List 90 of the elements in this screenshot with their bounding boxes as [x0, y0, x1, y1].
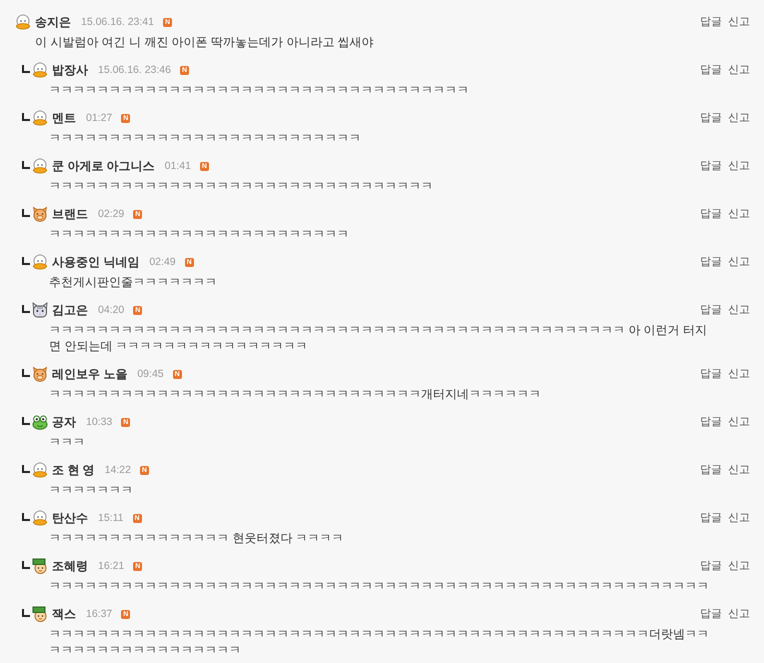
comment-text: ㅋㅋㅋㅋㅋㅋㅋ [49, 483, 133, 497]
report-link[interactable]: 신고 [728, 606, 750, 622]
comment-text: ㅋㅋㅋㅋㅋㅋㅋㅋㅋㅋㅋㅋㅋㅋㅋㅋㅋㅋㅋㅋㅋㅋㅋㅋㅋㅋㅋㅋㅋㅋㅋㅋㅋㅋㅋㅋㅋㅋㅋㅋㅋㅋㅋㅋㅋㅋㅋㅋㅋㅋㅋㅋㅋㅋㅋ [49, 579, 709, 593]
comment-time: 10:33 [86, 415, 112, 430]
reply-corner-icon [22, 160, 30, 168]
report-link[interactable]: 신고 [728, 510, 750, 526]
author-nickname[interactable]: 잭스 [52, 606, 76, 622]
reply-corner-icon [22, 608, 30, 616]
comment-time: 01:41 [164, 159, 191, 174]
duck-face-icon [32, 254, 48, 270]
reply-link[interactable]: 답글 [700, 510, 722, 526]
comment-time: 16:21 [98, 559, 124, 574]
duck-face-icon [32, 510, 48, 526]
author-nickname[interactable]: 조혜령 [52, 558, 88, 574]
reply-link[interactable]: 답글 [700, 254, 722, 270]
reply-link[interactable]: 답글 [700, 606, 722, 622]
report-link[interactable]: 신고 [728, 462, 750, 478]
reply-corner-icon [22, 560, 30, 568]
author-nickname[interactable]: 브랜드 [52, 206, 88, 222]
reply-corner-icon [22, 64, 30, 72]
author-nickname[interactable]: 사용중인 닉네임 [52, 254, 140, 270]
comment-text: ㅋㅋㅋㅋㅋㅋㅋㅋㅋㅋㅋㅋㅋㅋㅋㅋㅋㅋㅋㅋㅋㅋㅋㅋㅋㅋㅋㅋㅋㅋㅋㅋㅋㅋㅋㅋㅋㅋㅋㅋㅋㅋㅋㅋㅋㅋㅋㅋ 아 이런거 터지면 안되는데 ㅋㅋㅋㅋㅋㅋㅋㅋㅋㅋㅋㅋㅋㅋㅋㅋ [49, 323, 708, 353]
comment-text: ㅋㅋㅋㅋㅋㅋㅋㅋㅋㅋㅋㅋㅋㅋㅋㅋㅋㅋㅋㅋㅋㅋㅋㅋㅋㅋㅋㅋㅋㅋㅋㅋㅋㅋㅋ [49, 83, 469, 97]
author-nickname[interactable]: 공자 [52, 414, 76, 430]
report-link[interactable]: 신고 [728, 302, 750, 318]
report-link[interactable]: 신고 [728, 206, 750, 222]
author-nickname[interactable]: 멘트 [52, 110, 76, 126]
comment-time: 16:37 [86, 607, 112, 622]
cat-face-icon [32, 302, 48, 318]
reply-corner-icon [22, 464, 30, 472]
reply-corner-icon [22, 416, 30, 424]
comment-time: 02:29 [98, 207, 124, 222]
report-link[interactable]: 신고 [728, 366, 750, 382]
capped-face-icon [32, 558, 48, 574]
comment-text: ㅋㅋㅋㅋㅋㅋㅋㅋㅋㅋㅋㅋㅋㅋㅋㅋㅋㅋㅋㅋㅋㅋㅋㅋㅋㅋ [49, 131, 361, 145]
comment-time: 04:20 [98, 303, 124, 318]
comment-text: ㅋㅋㅋㅋㅋㅋㅋㅋㅋㅋㅋㅋㅋㅋㅋㅋㅋㅋㅋㅋㅋㅋㅋㅋㅋㅋㅋㅋㅋㅋㅋㅋ [49, 179, 433, 193]
report-link[interactable]: 신고 [728, 62, 750, 78]
duck-face-icon [32, 158, 48, 174]
comment-text: ㅋㅋㅋ [49, 435, 85, 449]
comment-time: 09:45 [137, 367, 164, 382]
comment-time: 01:27 [86, 111, 112, 126]
author-nickname[interactable]: 레인보우 노을 [52, 366, 128, 382]
comment-time: 15:11 [98, 511, 124, 526]
reply-link[interactable]: 답글 [700, 366, 722, 382]
author-nickname[interactable]: 밥장사 [52, 62, 88, 78]
pig-face-icon [32, 206, 48, 222]
author-nickname[interactable]: 김고은 [52, 302, 88, 318]
comment-text: ㅋㅋㅋㅋㅋㅋㅋㅋㅋㅋㅋㅋㅋㅋㅋㅋㅋㅋㅋㅋㅋㅋㅋㅋㅋㅋㅋㅋㅋㅋㅋ개터지네ㅋㅋㅋㅋㅋㅋ [49, 387, 541, 401]
report-link[interactable]: 신고 [728, 14, 750, 30]
duck-face-icon [15, 14, 31, 30]
reply-link[interactable]: 답글 [700, 62, 722, 78]
reply-corner-icon [22, 208, 30, 216]
report-link[interactable]: 신고 [728, 558, 750, 574]
comment-time: 15.06.16. 23:46 [98, 63, 171, 78]
reply-corner-icon [22, 256, 30, 264]
duck-face-icon [32, 110, 48, 126]
reply-corner-icon [22, 512, 30, 520]
report-link[interactable]: 신고 [728, 158, 750, 174]
reply-corner-icon [22, 368, 30, 376]
report-link[interactable]: 신고 [728, 110, 750, 126]
reply-link[interactable]: 답글 [700, 14, 722, 30]
report-link[interactable]: 신고 [728, 254, 750, 270]
capped-face-icon [32, 606, 48, 622]
report-link[interactable]: 신고 [728, 414, 750, 430]
duck-face-icon [32, 62, 48, 78]
comment-text: 추천게시판인줄ㅋㅋㅋㅋㅋㅋㅋ [49, 275, 217, 289]
comment-text: ㅋㅋㅋㅋㅋㅋㅋㅋㅋㅋㅋㅋㅋㅋㅋㅋㅋㅋㅋㅋㅋㅋㅋㅋㅋㅋㅋㅋㅋㅋㅋㅋㅋㅋㅋㅋㅋㅋㅋㅋㅋㅋㅋㅋㅋㅋㅋㅋㅋㅋ더랏넴ㅋㅋㅋㅋㅋㅋㅋㅋㅋㅋㅋㅋㅋㅋㅋㅋㅋㅋ [49, 627, 709, 657]
comment-text: 이 시발럼아 여긴 니 깨진 아이폰 딱까놓는데가 아니라고 씹새야 [35, 35, 374, 49]
comment-time: 15.06.16. 23:41 [81, 15, 154, 30]
reply-link[interactable]: 답글 [700, 558, 722, 574]
reply-link[interactable]: 답글 [700, 110, 722, 126]
reply-link[interactable]: 답글 [700, 206, 722, 222]
duck-face-icon [32, 462, 48, 478]
reply-link[interactable]: 답글 [700, 302, 722, 318]
frog-face-icon [32, 414, 48, 430]
author-nickname[interactable]: 탄산수 [52, 510, 88, 526]
author-nickname[interactable]: 조 현 영 [52, 462, 95, 478]
reply-link[interactable]: 답글 [700, 414, 722, 430]
comment-text: ㅋㅋㅋㅋㅋㅋㅋㅋㅋㅋㅋㅋㅋㅋㅋㅋㅋㅋㅋㅋㅋㅋㅋㅋㅋ [49, 227, 349, 241]
pig-face-icon [32, 366, 48, 382]
comment-text: ㅋㅋㅋㅋㅋㅋㅋㅋㅋㅋㅋㅋㅋㅋㅋ 현웃터졌다 ㅋㅋㅋㅋ [49, 531, 344, 545]
reply-corner-icon [22, 112, 30, 120]
author-nickname[interactable]: 쿤 아게로 아그니스 [52, 158, 155, 174]
reply-corner-icon [22, 304, 30, 312]
reply-link[interactable]: 답글 [700, 462, 722, 478]
author-nickname[interactable]: 송지은 [35, 14, 71, 30]
comment-time: 14:22 [104, 463, 131, 478]
reply-link[interactable]: 답글 [700, 158, 722, 174]
comment-time: 02:49 [149, 255, 176, 270]
